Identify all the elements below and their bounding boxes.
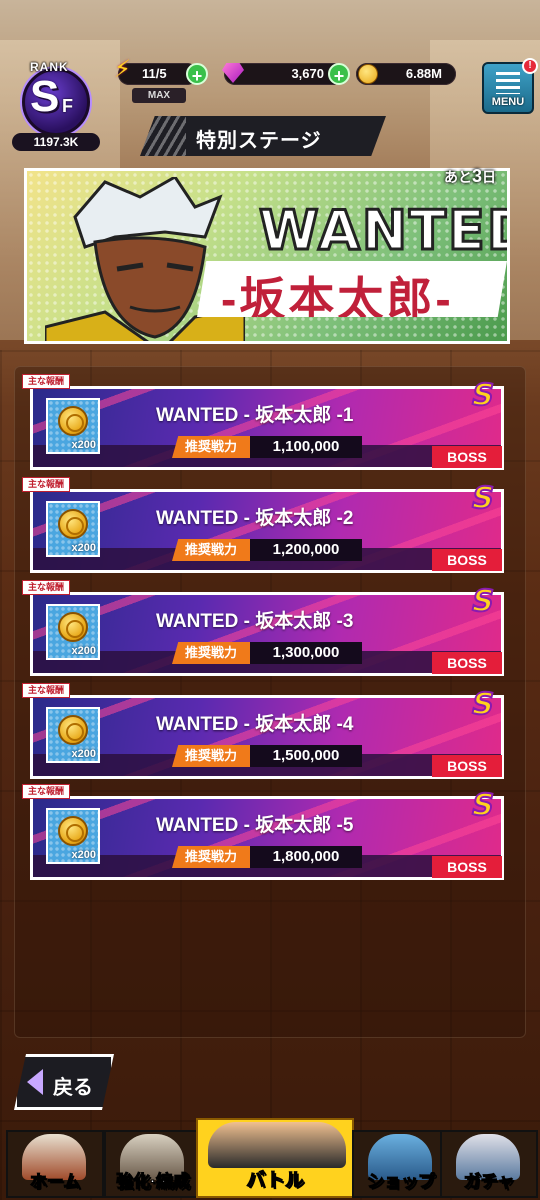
nav-gacha-label: ガチャ [463, 1172, 515, 1192]
stage-rank-letter: S [467, 583, 498, 620]
reward-icon: x200 [46, 808, 100, 864]
reward-icon: x200 [46, 501, 100, 557]
banner-headline: WANTED [258, 198, 510, 264]
gem-icon [222, 63, 244, 83]
event-banner[interactable]: WANTED -坂本太郎- [24, 168, 510, 344]
menu-icon [496, 72, 520, 94]
menu-label: MENU [491, 96, 525, 108]
coin-icon [58, 509, 88, 539]
back-label: 戻る [53, 1077, 93, 1099]
stage-rank-icon: S [467, 686, 502, 723]
coin-icon [58, 406, 88, 436]
recommended-power-value: 1,100,000 [250, 436, 362, 458]
stage-rank-icon: S [467, 787, 502, 824]
stage-row-1[interactable]: x200 WANTED - 坂本太郎 -1 推奨戦力 1,100,000 BOS… [22, 374, 504, 470]
boss-badge: BOSS [432, 755, 502, 777]
days-prefix: あと [444, 169, 472, 185]
recommended-power-value: 1,200,000 [250, 539, 362, 561]
add-gems-button[interactable]: + [328, 63, 350, 86]
banner-name-plate: -坂本太郎- [197, 261, 507, 317]
rank-badge[interactable]: RANK S F 1197.3K [8, 60, 100, 152]
notification-badge: ! [522, 58, 538, 74]
reward-icon: x200 [46, 604, 100, 660]
recommended-power-label: 推奨戦力 [172, 539, 250, 561]
page-title: 特別ステージ [196, 130, 322, 152]
stamina-value: 11/5 [142, 66, 167, 81]
stamina-max-label: MAX [132, 88, 186, 103]
reward-quantity: x200 [71, 645, 96, 657]
stage-rank-letter: S [467, 377, 498, 414]
stage-title: WANTED - 坂本太郎 -2 [156, 508, 354, 529]
stage-title: WANTED - 坂本太郎 -4 [156, 714, 354, 735]
days-remaining: あと3日 [444, 166, 496, 187]
recommended-power-value: 1,800,000 [250, 846, 362, 868]
rank-letter: S [30, 72, 60, 121]
stage-title: WANTED - 坂本太郎 -1 [156, 405, 354, 426]
nav-battle[interactable]: バトル [196, 1118, 354, 1198]
nav-enhance-label: 強化·編成 [116, 1172, 191, 1192]
stage-rank-icon: S [467, 583, 502, 620]
days-suffix: 日 [482, 169, 497, 185]
main-reward-tag: 主な報酬 [22, 683, 71, 698]
boss-badge: BOSS [432, 549, 502, 571]
stage-row-4[interactable]: x200 WANTED - 坂本太郎 -4 推奨戦力 1,500,000 BOS… [22, 683, 504, 779]
character-portrait [45, 177, 245, 341]
stage-row-3[interactable]: x200 WANTED - 坂本太郎 -3 推奨戦力 1,300,000 BOS… [22, 580, 504, 676]
nav-shop-label: ショップ [367, 1172, 436, 1192]
nav-enhance[interactable]: 強化·編成 [104, 1130, 202, 1198]
recommended-power-label: 推奨戦力 [172, 642, 250, 664]
nav-battle-label: バトル [246, 1170, 305, 1192]
back-button[interactable]: 戻る [14, 1054, 114, 1110]
main-reward-tag: 主な報酬 [22, 374, 71, 389]
stage-rank-letter: S [467, 686, 498, 723]
boss-badge: BOSS [432, 856, 502, 878]
main-reward-tag: 主な報酬 [22, 784, 71, 799]
recommended-power-value: 1,500,000 [250, 745, 362, 767]
boss-badge: BOSS [432, 652, 502, 674]
reward-quantity: x200 [71, 439, 96, 451]
coin-icon [58, 816, 88, 846]
coin-icon [58, 612, 88, 642]
add-stamina-button[interactable]: + [186, 63, 208, 86]
stage-rank-icon: S [467, 480, 502, 517]
bottom-nav: ホーム 強化·編成 バトル ショップ ガチャ [0, 1118, 540, 1200]
nav-home-label: ホーム [29, 1172, 81, 1192]
page-title-bar: 特別ステージ [140, 116, 386, 156]
stage-title: WANTED - 坂本太郎 -5 [156, 815, 354, 836]
main-reward-tag: 主な報酬 [22, 580, 71, 595]
recommended-power-label: 推奨戦力 [172, 436, 250, 458]
reward-icon: x200 [46, 707, 100, 763]
nav-shop[interactable]: ショップ [352, 1130, 450, 1198]
reward-icon: x200 [46, 398, 100, 454]
lightning-icon: ⚡ [114, 56, 131, 83]
menu-button[interactable]: MENU ! [482, 58, 538, 114]
stage-row-5[interactable]: x200 WANTED - 坂本太郎 -5 推奨戦力 1,800,000 BOS… [22, 784, 504, 880]
stage-rank-letter: S [467, 480, 498, 517]
coin-icon [58, 715, 88, 745]
reward-quantity: x200 [71, 542, 96, 554]
coin-icon [358, 64, 378, 84]
stage-rank-letter: S [467, 787, 498, 824]
coin-counter: 6.88M [356, 63, 456, 85]
nav-gacha[interactable]: ガチャ [440, 1130, 538, 1198]
nav-home[interactable]: ホーム [6, 1130, 104, 1198]
rank-sub-letter: F [62, 96, 73, 116]
rank-value: 1197.3K [12, 133, 100, 151]
boss-badge: BOSS [432, 446, 502, 468]
recommended-power-label: 推奨戦力 [172, 846, 250, 868]
recommended-power-label: 推奨戦力 [172, 745, 250, 767]
gem-counter: 3,670 [222, 63, 344, 85]
stage-title: WANTED - 坂本太郎 -3 [156, 611, 354, 632]
reward-quantity: x200 [71, 849, 96, 861]
coin-value: 6.88M [405, 66, 442, 81]
battle-characters-icon [208, 1122, 346, 1168]
gem-value: 3,670 [291, 66, 324, 81]
stage-row-2[interactable]: x200 WANTED - 坂本太郎 -2 推奨戦力 1,200,000 BOS… [22, 477, 504, 573]
recommended-power-value: 1,300,000 [250, 642, 362, 664]
days-count: 3 [472, 166, 483, 186]
stage-rank-icon: S [467, 377, 502, 414]
back-arrow-icon [27, 1069, 43, 1095]
main-reward-tag: 主な報酬 [22, 477, 71, 492]
reward-quantity: x200 [71, 748, 96, 760]
